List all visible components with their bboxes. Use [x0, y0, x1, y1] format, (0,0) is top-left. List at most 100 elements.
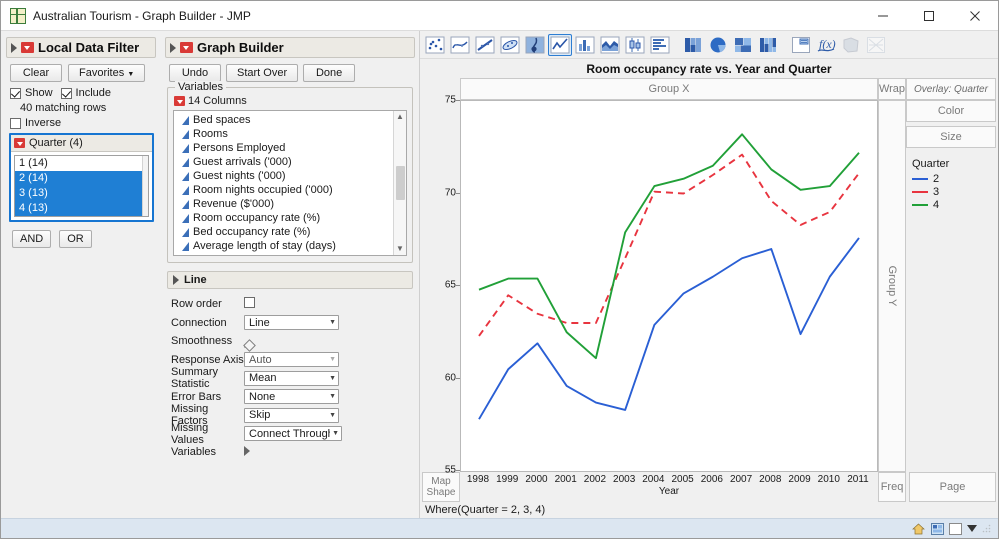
legend-item[interactable]: 3: [912, 186, 994, 198]
local-data-filter-header[interactable]: Local Data Filter: [6, 37, 156, 58]
points-icon[interactable]: [423, 34, 447, 56]
start-over-button[interactable]: Start Over: [226, 64, 299, 82]
line-icon[interactable]: [548, 34, 572, 56]
list-item[interactable]: 2 (14): [15, 171, 148, 186]
include-label: Include: [75, 87, 112, 99]
mosaic-icon[interactable]: [756, 34, 780, 56]
variables-list[interactable]: Bed spaces Rooms Persons Employed Guest …: [173, 110, 407, 256]
red-triangle-menu-icon[interactable]: [174, 96, 185, 106]
list-item[interactable]: Revenue ($'000): [174, 197, 393, 211]
plot-row: Room occupancy rate (%) 5560657075: [422, 95, 878, 476]
variable-label: Bed spaces: [193, 114, 251, 126]
bar-icon[interactable]: [573, 34, 597, 56]
drop-zone-overlay[interactable]: Overlay: Quarter: [906, 78, 996, 100]
drop-zone-group-y[interactable]: Group Y: [878, 100, 906, 472]
list-item[interactable]: 3 (13): [15, 186, 148, 201]
window-title: Australian Tourism - Graph Builder - JMP: [33, 8, 251, 23]
drop-zone-page[interactable]: Page: [909, 472, 996, 502]
plot-area[interactable]: [460, 100, 878, 472]
box-plot-icon[interactable]: [623, 34, 647, 56]
heatmap-icon[interactable]: [681, 34, 705, 56]
expander-triangle-icon[interactable]: [244, 445, 250, 456]
and-button[interactable]: AND: [12, 230, 52, 248]
right-middle: Group Y Color Size Quarter 2 3 4: [878, 100, 996, 472]
list-item[interactable]: Room occupancy rate (%): [174, 211, 393, 225]
list-item[interactable]: Quarter: [174, 253, 393, 255]
maximize-icon[interactable]: [906, 1, 952, 31]
response-axis-label: Response Axis: [171, 353, 244, 366]
list-scrollbar[interactable]: [142, 156, 148, 216]
window-list-icon[interactable]: [930, 522, 944, 535]
list-item[interactable]: Guest arrivals ('000): [174, 155, 393, 169]
connection-value: Line: [249, 316, 270, 329]
drop-zone-group-x[interactable]: Group X: [460, 78, 878, 100]
white-box-icon[interactable]: [949, 522, 962, 535]
list-item[interactable]: Persons Employed: [174, 141, 393, 155]
disclosure-triangle-icon[interactable]: [170, 42, 176, 53]
inverse-checkbox[interactable]: [10, 117, 21, 129]
contour-icon[interactable]: [523, 34, 547, 56]
red-triangle-menu-icon[interactable]: [21, 42, 34, 53]
drop-zone-color[interactable]: Color: [906, 100, 996, 122]
drop-zone-wrap[interactable]: Wrap: [878, 78, 906, 100]
list-item[interactable]: Bed spaces: [174, 113, 393, 127]
columns-header[interactable]: 14 Columns: [174, 95, 407, 107]
error-bars-select[interactable]: None ▼: [244, 389, 339, 405]
scroll-down-icon[interactable]: ▼: [396, 245, 404, 253]
smoother-icon[interactable]: [448, 34, 472, 56]
list-item[interactable]: 1 (14): [15, 156, 148, 171]
area-icon[interactable]: [598, 34, 622, 56]
clear-button[interactable]: Clear: [10, 64, 62, 82]
close-icon[interactable]: [952, 1, 998, 31]
done-button[interactable]: Done: [303, 64, 356, 82]
disclosure-triangle-icon[interactable]: [173, 275, 179, 285]
legend-item[interactable]: 2: [912, 173, 994, 185]
list-item[interactable]: Rooms: [174, 127, 393, 141]
variables-scrollbar[interactable]: ▲ ▼: [393, 111, 406, 255]
dropdown-triangle-icon[interactable]: [967, 525, 977, 532]
list-item[interactable]: Average length of stay (days): [174, 239, 393, 253]
include-checkbox[interactable]: [60, 87, 72, 99]
jmp-window: Australian Tourism - Graph Builder - JMP…: [0, 0, 999, 539]
row-order-checkbox[interactable]: [244, 297, 255, 309]
map-shapes-icon[interactable]: [839, 34, 863, 56]
or-button[interactable]: OR: [59, 230, 92, 248]
response-axis-select[interactable]: Auto ▼: [244, 352, 339, 368]
home-icon[interactable]: [911, 522, 925, 535]
list-item[interactable]: Room nights occupied ('000): [174, 183, 393, 197]
missing-values-select[interactable]: Connect Through ▼: [244, 426, 342, 442]
connection-select[interactable]: Line ▼: [244, 315, 339, 331]
list-item[interactable]: 4 (13): [15, 201, 148, 216]
x-tick-label: 2006: [700, 474, 723, 485]
ellipse-icon[interactable]: [498, 34, 522, 56]
quarter-value-list[interactable]: 1 (14) 2 (14) 3 (13) 4 (13): [14, 155, 149, 217]
continuous-column-icon: [182, 129, 189, 139]
resize-grip[interactable]: [982, 524, 991, 533]
show-checkbox[interactable]: [10, 87, 21, 99]
legend-item[interactable]: 4: [912, 199, 994, 211]
undo-button[interactable]: Undo: [169, 64, 221, 82]
formula-icon[interactable]: f(x): [814, 34, 838, 56]
line-panel-header[interactable]: Line: [167, 271, 413, 289]
line-of-fit-icon[interactable]: [473, 34, 497, 56]
red-triangle-menu-icon[interactable]: [180, 42, 193, 53]
treemap-icon[interactable]: [731, 34, 755, 56]
drop-zone-freq[interactable]: Freq: [878, 472, 906, 502]
list-item[interactable]: Bed occupancy rate (%): [174, 225, 393, 239]
scrollbar-thumb[interactable]: [395, 166, 405, 200]
red-triangle-menu-icon[interactable]: [14, 138, 25, 148]
scroll-up-icon[interactable]: ▲: [396, 113, 404, 121]
favorites-button[interactable]: Favorites ▼: [68, 64, 146, 82]
disclosure-triangle-icon[interactable]: [11, 42, 17, 53]
drop-zone-map-shape[interactable]: Map Shape: [422, 472, 460, 502]
minimize-icon[interactable]: [860, 1, 906, 31]
caption-box-icon[interactable]: [789, 34, 813, 56]
parallel-plot-icon[interactable]: [864, 34, 888, 56]
pie-icon[interactable]: [706, 34, 730, 56]
graph-builder-header[interactable]: Graph Builder: [165, 37, 415, 58]
summary-statistic-select[interactable]: Mean ▼: [244, 370, 339, 386]
missing-factors-select[interactable]: Skip ▼: [244, 407, 339, 423]
drop-zone-size[interactable]: Size: [906, 126, 996, 148]
list-item[interactable]: Guest nights ('000): [174, 169, 393, 183]
histogram-icon[interactable]: [648, 34, 672, 56]
